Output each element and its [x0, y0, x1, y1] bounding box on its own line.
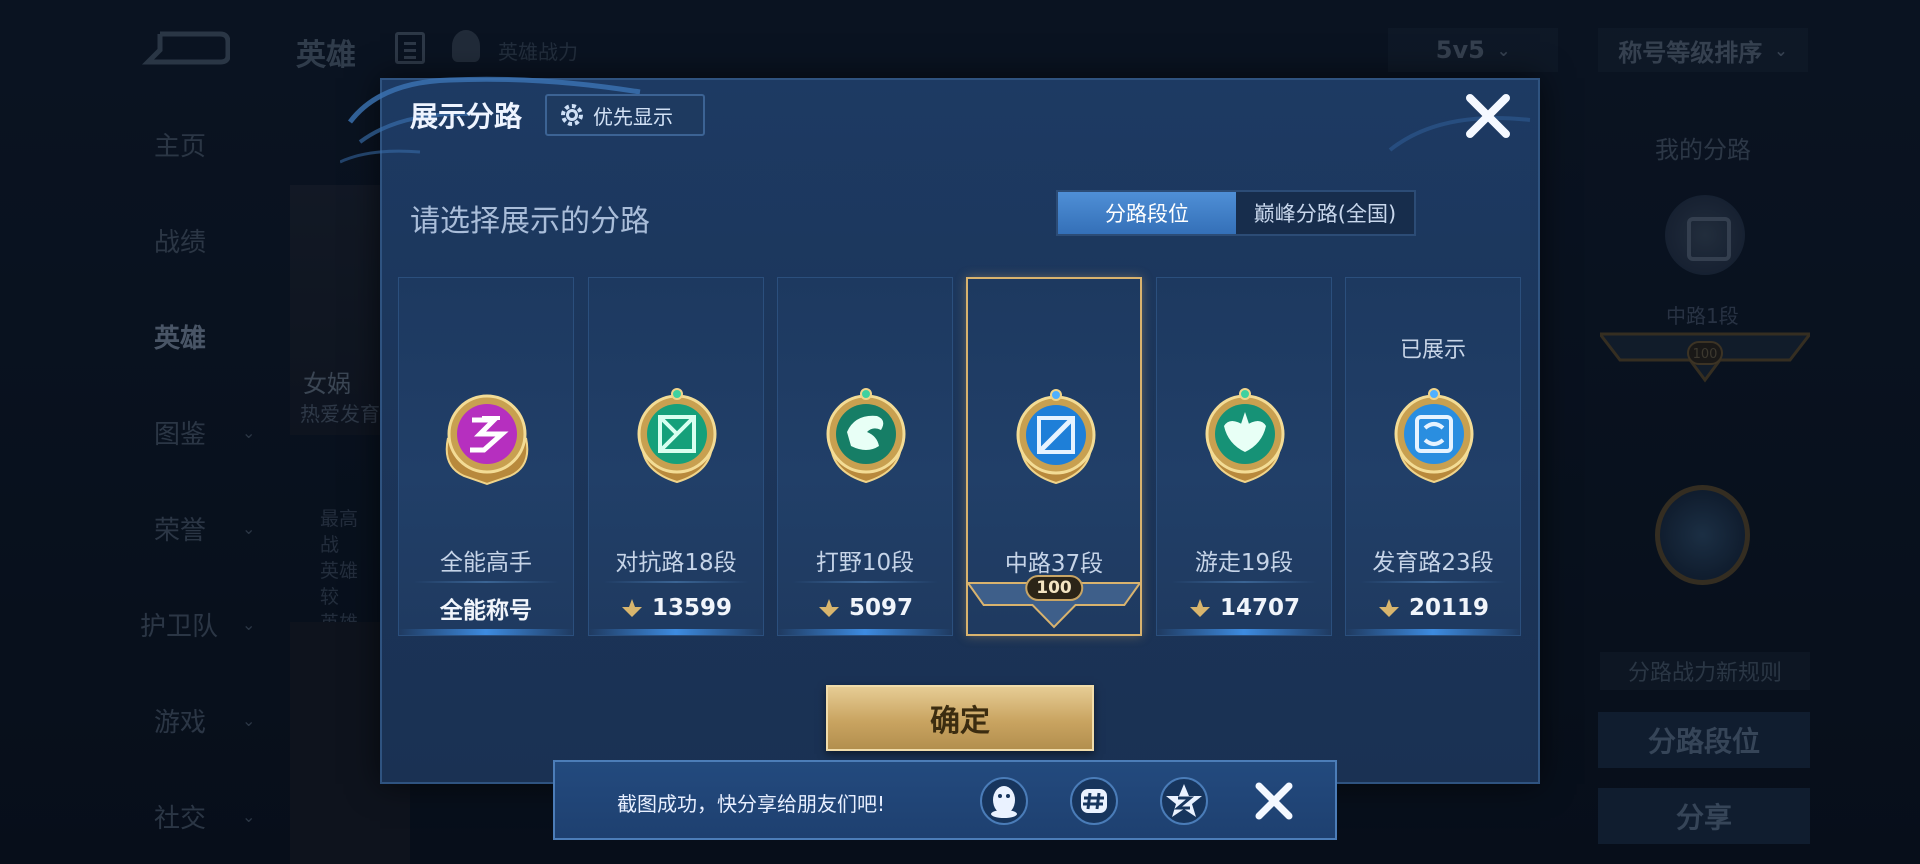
card-glow	[1157, 629, 1331, 635]
lane-card-jungle[interactable]: 打野10段 5097	[777, 277, 953, 636]
jungle-dragon-icon	[821, 386, 911, 486]
lane-rank-text: 全能高手	[440, 550, 532, 576]
lane-rank-text: 打野10段	[815, 550, 915, 576]
card-divider	[1360, 581, 1506, 583]
roam-wings-icon	[1200, 386, 1290, 486]
lane-power-text: 全能称号	[440, 598, 532, 624]
card-divider	[792, 581, 938, 583]
hashtag-icon[interactable]	[1069, 776, 1119, 826]
lane-card-farm[interactable]: 已展示 发育路23段 20119	[1345, 277, 1521, 636]
lane-power: 20119	[1346, 591, 1520, 625]
combat-power-icon	[818, 599, 839, 617]
qq-icon[interactable]	[979, 776, 1029, 826]
lane-power-text: 20119	[1408, 595, 1490, 621]
dialog-title: 展示分路	[410, 100, 523, 133]
lane-rank-text: 中路37段	[1004, 551, 1104, 577]
card-glow	[1346, 629, 1520, 635]
lane-rank-text: 游走19段	[1194, 550, 1294, 576]
priority-display-label: 优先显示	[593, 104, 673, 129]
lane-power-text: 5097	[848, 595, 913, 621]
lane-power: 14707	[1157, 591, 1331, 625]
lane-rank-text: 对抗路18段	[615, 550, 737, 576]
lane-power: 5097	[778, 591, 952, 625]
close-icon[interactable]	[1462, 90, 1514, 142]
shown-badge: 已展示	[1399, 338, 1466, 363]
selected-ribbon-number: 100	[1025, 575, 1083, 601]
card-divider	[603, 581, 749, 583]
card-divider	[413, 581, 559, 583]
clash-lane-icon	[632, 386, 722, 486]
share-toast: 截图成功，快分享给朋友们吧!	[553, 760, 1337, 840]
close-icon[interactable]	[1251, 778, 1297, 824]
farm-lane-icon	[1389, 386, 1479, 486]
gear-icon	[561, 104, 583, 126]
combat-power-icon	[1378, 599, 1399, 617]
lane-power-text: 14707	[1219, 595, 1301, 621]
confirm-button[interactable]: 确定	[826, 685, 1094, 751]
card-glow	[399, 629, 573, 635]
priority-display-button[interactable]: 优先显示	[545, 94, 705, 136]
lane-card-all-rounder[interactable]: 全能高手 全能称号	[398, 277, 574, 636]
tab-lane-rank[interactable]: 分路段位	[1058, 192, 1236, 234]
lane-tab-group: 分路段位 巅峰分路(全国)	[1056, 190, 1416, 236]
card-glow	[778, 629, 952, 635]
combat-power-icon	[621, 599, 642, 617]
tab-peak-lane-national[interactable]: 巅峰分路(全国)	[1236, 192, 1414, 234]
lane-card-mid[interactable]: 中路37段 100	[966, 277, 1142, 636]
mid-lane-icon	[1011, 387, 1101, 487]
qzone-star-icon[interactable]	[1159, 776, 1209, 826]
lane-title-label: 全能称号	[399, 591, 573, 625]
select-lane-prompt: 请选择展示的分路	[410, 204, 650, 239]
toast-message: 截图成功，快分享给朋友们吧!	[617, 792, 886, 816]
card-glow	[589, 629, 763, 635]
card-divider	[1171, 581, 1317, 583]
lane-power-text: 13599	[651, 595, 733, 621]
all-rounder-icon	[442, 386, 532, 486]
lane-power: 13599	[589, 591, 763, 625]
combat-power-icon	[1189, 599, 1210, 617]
lane-card-roam[interactable]: 游走19段 14707	[1156, 277, 1332, 636]
lane-rank-text: 发育路23段	[1372, 550, 1494, 576]
cloud-ornament-right	[1388, 116, 1531, 152]
lane-card-clash[interactable]: 对抗路18段 13599	[588, 277, 764, 636]
